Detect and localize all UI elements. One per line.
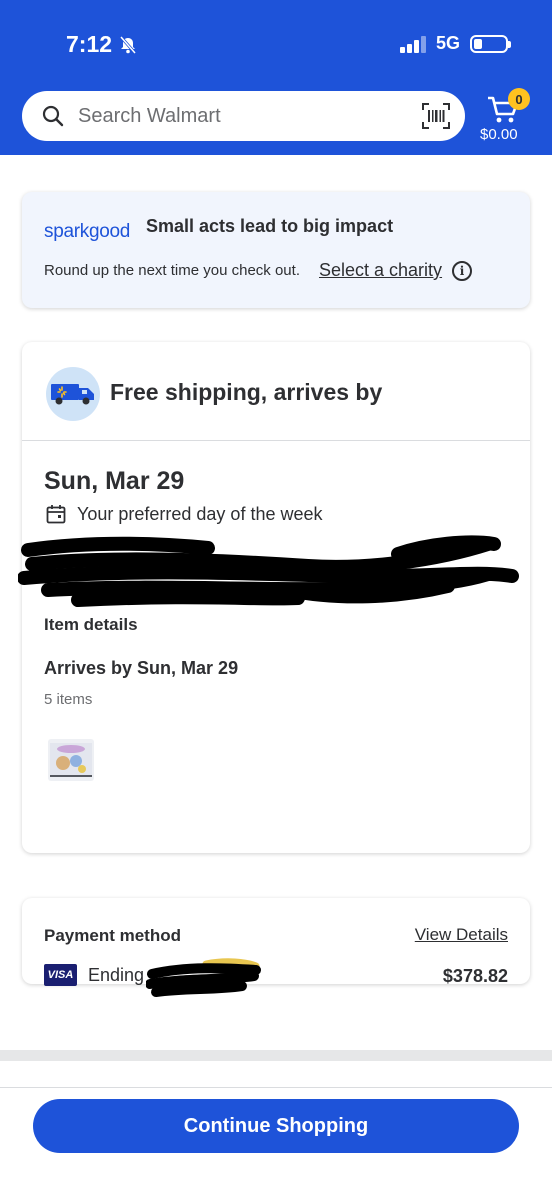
shipping-card: Free shipping, arrives by Sun, Mar 29 Yo… [18, 342, 530, 853]
search-bar[interactable] [22, 91, 465, 141]
signal-icon [399, 35, 426, 53]
card-ending-text: Ending [88, 965, 145, 985]
cart-total: $0.00 [480, 126, 518, 143]
payment-method-title: Payment method [44, 926, 181, 945]
section-separator [0, 1050, 552, 1061]
arrives-by-text: Arrives by Sun, Mar 29 [44, 658, 239, 678]
bell-muted-icon [119, 35, 137, 54]
network-label: 5G [435, 33, 460, 53]
cart-button[interactable]: 0 $0.00 [480, 88, 540, 148]
sparkgood-logo: sparkgood [44, 221, 131, 242]
clock-text: 7:12 [66, 31, 113, 57]
cart-count-badge: 0 [508, 88, 530, 110]
item-count: 5 items [44, 691, 93, 708]
status-time: 7:12 [66, 31, 138, 58]
continue-shopping-button[interactable]: Continue Shopping [33, 1099, 519, 1153]
product-thumbnail[interactable] [48, 739, 94, 781]
search-icon [42, 105, 64, 127]
sparkgood-card: sparkgood Small acts lead to big impact … [22, 192, 530, 308]
view-details-link[interactable]: View Details [415, 925, 508, 945]
select-charity-link[interactable]: Select a charity [319, 260, 442, 281]
sparkgood-title: Small acts lead to big impact [146, 216, 394, 236]
footer-divider [0, 1087, 552, 1088]
barcode-scanner-icon[interactable] [421, 102, 451, 130]
app-header: 7:12 5G Search Walmart 0 $0.00 [0, 0, 552, 155]
calendar-icon [46, 505, 66, 524]
status-indicators: 5G [399, 33, 511, 54]
truck-icon [46, 367, 100, 421]
shipping-title: Free shipping, arrives by [110, 379, 383, 405]
sparkgood-subtitle: Round up the next time you check out. [44, 262, 300, 279]
info-icon[interactable]: i [452, 261, 472, 281]
divider [22, 440, 530, 441]
battery-icon [470, 34, 511, 53]
item-details-heading: Item details [44, 615, 138, 634]
search-input[interactable] [78, 104, 378, 128]
preferred-day-text: Your preferred day of the week [77, 504, 323, 524]
order-total: $378.82 [442, 966, 508, 986]
redaction-scribble [146, 958, 261, 997]
payment-card: Payment method View Details VISA Ending … [22, 898, 530, 997]
redaction-scribble [18, 535, 519, 607]
delivery-date: Sun, Mar 29 [44, 467, 185, 495]
visa-card-icon: VISA [44, 964, 77, 986]
